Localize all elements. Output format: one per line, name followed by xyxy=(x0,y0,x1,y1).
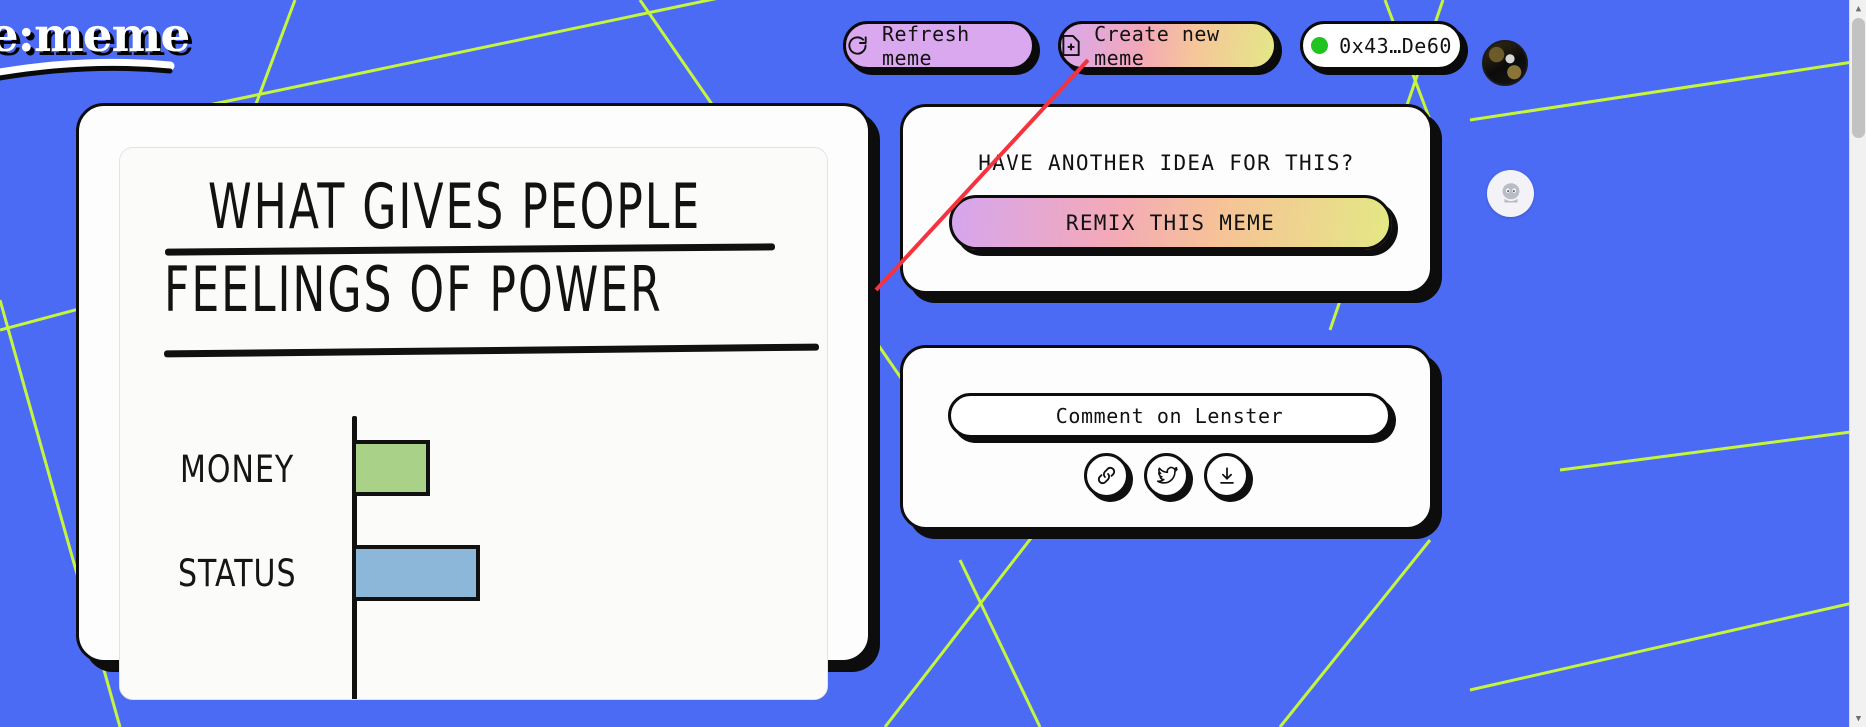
share-icon-row xyxy=(903,453,1430,498)
green-status-dot-icon xyxy=(1311,37,1329,54)
bar-label-status: STATUS xyxy=(178,552,297,596)
meme-image[interactable]: WHAT GIVES PEOPLE FEELINGS OF POWER MONE… xyxy=(119,147,828,700)
remix-this-meme-button[interactable]: REMIX THIS MEME xyxy=(949,195,1392,250)
meme-artwork: WHAT GIVES PEOPLE FEELINGS OF POWER MONE… xyxy=(120,148,827,699)
copy-link-button[interactable] xyxy=(1084,453,1129,498)
remix-card-heading: HAVE ANOTHER IDEA FOR THIS? xyxy=(978,151,1355,175)
bar-money xyxy=(352,440,430,496)
page-scrollbar[interactable]: ▲ ▼ xyxy=(1849,0,1866,727)
share-twitter-button[interactable] xyxy=(1144,453,1189,498)
chat-avatar-icon xyxy=(1502,182,1519,202)
download-icon xyxy=(1219,466,1234,484)
meme-title-line-1: WHAT GIVES PEOPLE xyxy=(208,170,702,243)
scrollbar-up-arrow[interactable]: ▲ xyxy=(1850,0,1866,17)
meme-card: WHAT GIVES PEOPLE FEELINGS OF POWER MONE… xyxy=(76,103,871,700)
share-card: Comment on Lenster xyxy=(900,345,1433,530)
download-button[interactable] xyxy=(1204,453,1249,498)
comment-on-lenster-label: Comment on Lenster xyxy=(1055,403,1284,428)
link-icon xyxy=(1097,466,1116,485)
bar-status xyxy=(352,545,480,601)
bar-label-money: MONEY xyxy=(180,448,295,492)
remix-card: HAVE ANOTHER IDEA FOR THIS? REMIX THIS M… xyxy=(900,104,1433,294)
meme-title-line-2: FEELINGS OF POWER xyxy=(164,253,663,326)
scrollbar-down-arrow[interactable]: ▼ xyxy=(1850,710,1866,727)
meme-title-underline-2 xyxy=(163,343,820,358)
top-toolbar: Refresh meme Create new meme 0x43…De60 xyxy=(0,21,1866,86)
refresh-icon xyxy=(848,36,867,55)
create-new-meme-label: Create new meme xyxy=(1094,21,1220,70)
create-new-meme-button[interactable]: Create new meme xyxy=(1058,21,1277,70)
chat-avatar-button[interactable] xyxy=(1487,170,1534,217)
remix-button-label: REMIX THIS MEME xyxy=(1065,210,1276,235)
wallet-address-label: 0x43…De60 xyxy=(1339,33,1452,58)
refresh-meme-label: Refresh meme xyxy=(881,21,970,70)
comment-on-lenster-button[interactable]: Comment on Lenster xyxy=(948,393,1391,438)
refresh-meme-button[interactable]: Refresh meme xyxy=(843,21,1035,70)
wallet-address-button[interactable]: 0x43…De60 xyxy=(1300,21,1463,70)
file-plus-icon xyxy=(1062,34,1080,57)
scrollbar-thumb[interactable] xyxy=(1852,18,1865,138)
user-avatar[interactable] xyxy=(1482,40,1528,86)
twitter-icon xyxy=(1156,466,1178,484)
